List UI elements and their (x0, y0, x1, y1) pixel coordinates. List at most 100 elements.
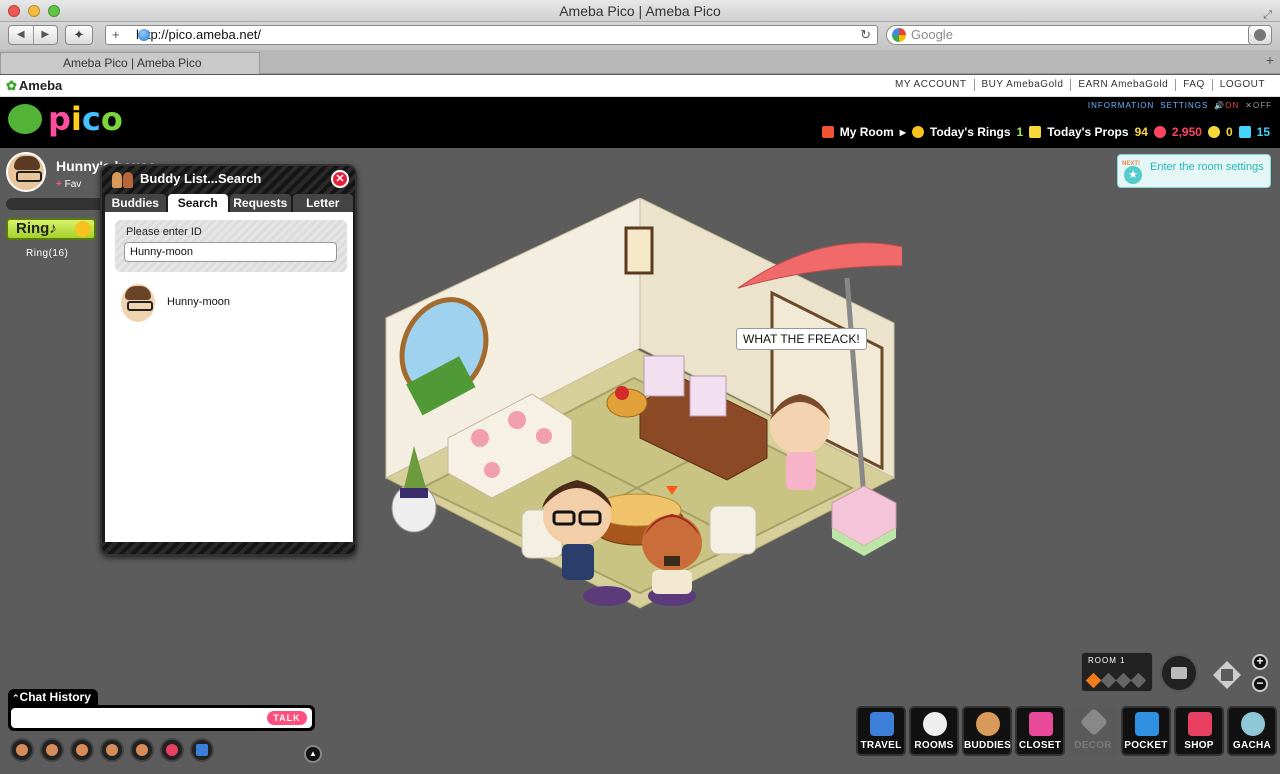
forward-button[interactable]: ▶ (34, 26, 58, 44)
owner-avatar[interactable] (6, 152, 46, 192)
props-label: Today's Props (1047, 125, 1129, 139)
close-icon[interactable]: ✕ (331, 170, 349, 188)
chat-history-toggle[interactable]: ⌃Chat History (8, 689, 98, 705)
rooms-label: ROOMS (914, 740, 954, 751)
travel-button[interactable]: TRAVEL (856, 706, 906, 756)
center-icon[interactable] (1219, 667, 1235, 683)
result-avatar[interactable] (121, 284, 155, 322)
buddy-panel-header[interactable]: Buddy List...Search ✕ (102, 166, 355, 194)
ring-button[interactable]: Ring♪ (6, 218, 96, 240)
arrow-down-icon[interactable] (1220, 682, 1234, 696)
sound-on-label: ON (1225, 101, 1240, 110)
chevron-right-icon: ▶ (899, 127, 906, 137)
id-prompt: Please enter ID (126, 226, 202, 238)
travel-label: TRAVEL (860, 740, 902, 751)
chevron-up-icon: ⌃ (12, 693, 20, 703)
room-dot-4[interactable] (1130, 672, 1147, 689)
fav-label: Fav (64, 179, 82, 190)
buddies-button[interactable]: BUDDIES (962, 706, 1012, 756)
shop-button[interactable]: SHOP (1174, 706, 1224, 756)
buddy-list-panel: Buddy List...Search ✕ Buddies Search Req… (100, 164, 357, 556)
tab-bar: Ameba Pico | Ameba Pico + (0, 50, 1280, 74)
direction-pad[interactable] (1206, 654, 1248, 696)
add-bookmark-icon[interactable]: + (112, 26, 120, 44)
downloads-button[interactable] (1248, 25, 1272, 45)
arrow-right-icon[interactable] (1234, 668, 1248, 682)
tab-letter[interactable]: Letter (292, 194, 353, 212)
sofa-flower (471, 429, 489, 447)
level-value: 15 (1256, 125, 1270, 139)
rooms-button[interactable]: ROOMS (909, 706, 959, 756)
zoom-in-button[interactable]: + (1252, 654, 1268, 670)
emote-action-2[interactable] (40, 738, 64, 762)
reload-icon[interactable]: ↻ (860, 26, 871, 44)
pocket-button[interactable]: POCKET (1121, 706, 1171, 756)
my-room-link[interactable]: My Room (840, 125, 894, 139)
search-result-row[interactable]: Hunny-moon (121, 284, 341, 324)
room-selector[interactable]: ROOM 1 (1081, 652, 1153, 692)
camera-icon[interactable] (1160, 654, 1198, 692)
tab-title: Ameba Pico | Ameba Pico (63, 56, 202, 70)
emote-action-1[interactable] (10, 738, 34, 762)
ameba-logo[interactable]: ✿ Ameba (6, 78, 62, 94)
chat-history-label: Chat History (19, 690, 91, 704)
chat-box: TALK (8, 705, 315, 731)
gacha-icon (1241, 712, 1265, 736)
fav-plus-icon: + (56, 179, 62, 190)
close-window-button[interactable] (8, 5, 20, 17)
id-search-box: Please enter ID (115, 220, 347, 272)
pico-logo[interactable]: pico (48, 100, 123, 138)
twitter-button[interactable]: ✦ (65, 25, 93, 45)
room-settings-hint[interactable]: NEXT! ★ Enter the room settings (1117, 154, 1271, 188)
room-dot-1[interactable] (1085, 672, 1102, 689)
back-button[interactable]: ◀ (9, 26, 34, 44)
closet-button[interactable]: CLOSET (1015, 706, 1065, 756)
buddies-label: BUDDIES (964, 740, 1012, 751)
clover-icon: ✿ (6, 78, 17, 93)
information-link[interactable]: INFORMATION (1088, 101, 1154, 110)
speaker-right (689, 375, 727, 417)
talk-button[interactable]: TALK (267, 711, 307, 725)
logout-link[interactable]: LOGOUT (1211, 79, 1272, 91)
new-tab-button[interactable]: + (1266, 52, 1274, 68)
room-dot-2[interactable] (1100, 672, 1117, 689)
decor-button[interactable]: DECOR (1068, 706, 1118, 756)
expand-up-button[interactable]: ▲ (304, 745, 322, 763)
minimize-window-button[interactable] (28, 5, 40, 17)
emote-action-3[interactable] (70, 738, 94, 762)
zoom-out-button[interactable]: − (1252, 676, 1268, 692)
zoom-window-button[interactable] (48, 5, 60, 17)
result-name[interactable]: Hunny-moon (167, 296, 230, 308)
faq-link[interactable]: FAQ (1175, 79, 1212, 91)
vase-cloth (400, 488, 428, 498)
room-dot-3[interactable] (1115, 672, 1132, 689)
my-account-link[interactable]: MY ACCOUNT (888, 79, 974, 91)
tab-buddies[interactable]: Buddies (105, 194, 166, 212)
settings-link[interactable]: SETTINGS (1160, 101, 1208, 110)
shirt-icon[interactable] (190, 738, 214, 762)
address-bar[interactable]: + http://pico.ameba.net/ ↻ (105, 25, 878, 45)
sofa-flower (536, 428, 552, 444)
arrow-up-icon[interactable] (1220, 654, 1234, 668)
favorite-button[interactable]: + Fav (56, 179, 81, 190)
buy-gold-link[interactable]: BUY AmebaGold (973, 79, 1071, 91)
music-icon[interactable] (160, 738, 184, 762)
tab-ameba-pico[interactable]: Ameba Pico | Ameba Pico (0, 52, 260, 74)
gacha-button[interactable]: GACHA (1227, 706, 1277, 756)
arrow-left-icon[interactable] (1206, 668, 1220, 682)
emote-action-4[interactable] (100, 738, 124, 762)
purple-cushion (583, 586, 631, 606)
gold-value: 0 (1225, 125, 1233, 139)
buddy-id-input[interactable] (124, 242, 337, 262)
pocket-label: POCKET (1124, 740, 1168, 751)
bell-icon (911, 126, 924, 138)
sound-off-toggle[interactable]: ✕OFF (1245, 101, 1272, 110)
search-input[interactable]: Google (886, 25, 1271, 45)
tab-requests[interactable]: Requests (230, 194, 291, 212)
decor-icon (1079, 707, 1109, 737)
sound-on-toggle[interactable]: 🔊ON (1214, 101, 1239, 110)
emote-action-5[interactable] (130, 738, 154, 762)
tab-search[interactable]: Search (167, 194, 228, 212)
earn-gold-link[interactable]: EARN AmebaGold (1070, 79, 1175, 91)
rings-label: Today's Rings (929, 125, 1011, 139)
